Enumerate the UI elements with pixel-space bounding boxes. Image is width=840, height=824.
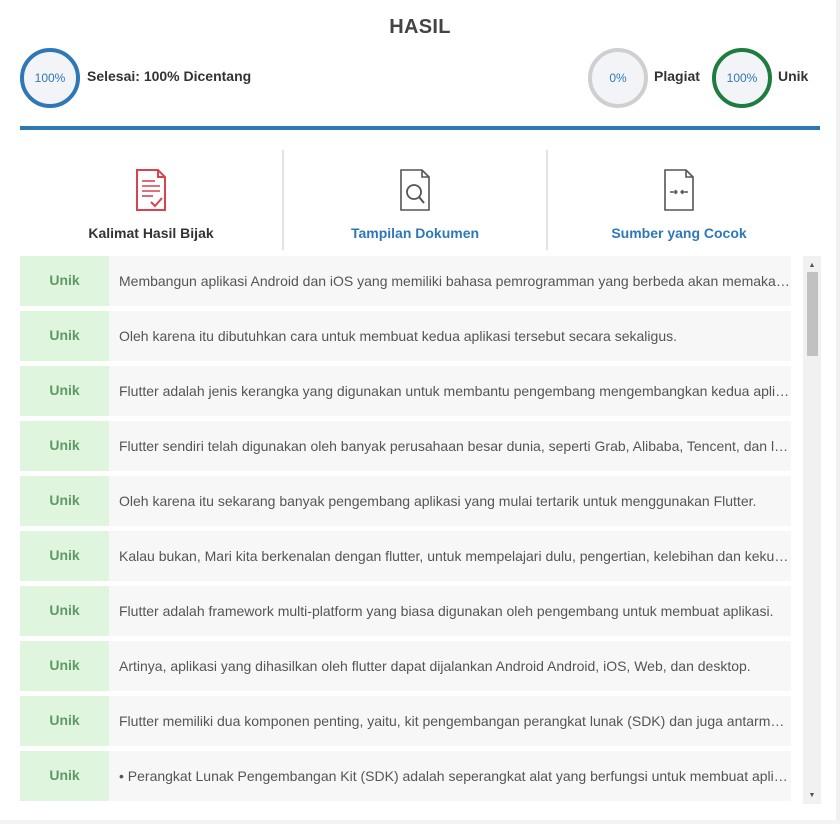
sentence-text: Flutter adalah framework multi-platform … [119,603,774,619]
list-scrollbar[interactable]: ▲ ▼ [803,256,821,804]
sentence-rows: Unik Membangun aplikasi Android dan iOS … [20,256,791,804]
unik-badge: Unik [20,421,109,471]
tab-label: Tampilan Dokumen [350,225,480,241]
tab-sumber-yang-cocok[interactable]: Sumber yang Cocok [546,150,810,250]
unik-badge: Unik [20,641,109,691]
sentence-text: Flutter adalah jenis kerangka yang digun… [119,383,791,399]
sentence-row[interactable]: Unik Artinya, aplikasi yang dihasilkan o… [20,641,791,691]
unik-badge: Unik [20,751,109,801]
sentence-text: Artinya, aplikasi yang dihasilkan oleh f… [119,658,751,674]
page-edge [836,0,840,824]
sentence-text: • Perangkat Lunak Pengembangan Kit (SDK)… [119,768,791,784]
sentence-text: Membangun aplikasi Android dan iOS yang … [119,273,791,289]
plagiat-progress-ring: 0% [588,48,648,108]
done-progress-ring: 100% [20,48,80,108]
scroll-down-arrow-icon[interactable]: ▼ [803,788,821,802]
tab-label: Kalimat Hasil Bijak [88,225,214,241]
sentence-row[interactable]: Unik Flutter sendiri telah digunakan ole… [20,421,791,471]
sentence-row[interactable]: Unik Flutter adalah framework multi-plat… [20,586,791,636]
unik-badge: Unik [20,366,109,416]
sentence-text: Flutter memiliki dua komponen penting, y… [119,713,791,729]
sentence-row[interactable]: Unik Flutter memiliki dua komponen penti… [20,696,791,746]
sentence-row[interactable]: Unik Oleh karena itu sekarang banyak pen… [20,476,791,526]
unik-badge: Unik [20,256,109,306]
unik-badge: Unik [20,696,109,746]
page-title: HASIL [389,16,451,38]
document-check-icon [136,169,166,211]
progress-divider-bar [20,126,820,130]
done-label: Selesai: 100% Dicentang [87,68,252,84]
sentence-row[interactable]: Unik Membangun aplikasi Android dan iOS … [20,256,791,306]
tab-kalimat-hasil-bijak[interactable]: Kalimat Hasil Bijak [20,150,282,250]
sentence-text: Oleh karena itu dibutuhkan cara untuk me… [119,328,677,344]
sentence-text: Kalau bukan, Mari kita berkenalan dengan… [119,548,791,564]
sentence-row[interactable]: Unik Oleh karena itu dibutuhkan cara unt… [20,311,791,361]
sentence-results-list: Unik Membangun aplikasi Android dan iOS … [20,256,821,804]
document-compare-icon [664,169,694,211]
unik-badge: Unik [20,311,109,361]
page-bottom-edge [0,820,840,824]
scroll-up-arrow-icon[interactable]: ▲ [803,258,821,272]
sentence-text: Flutter sendiri telah digunakan oleh ban… [119,438,791,454]
sentence-row[interactable]: Unik Flutter adalah jenis kerangka yang … [20,366,791,416]
sentence-text: Oleh karena itu sekarang banyak pengemba… [119,493,757,509]
tab-label: Sumber yang Cocok [611,225,747,241]
result-tabs: Kalimat Hasil Bijak Tampilan Dokumen Sum… [20,150,810,250]
scrollbar-thumb[interactable] [807,272,818,356]
done-percent: 100% [34,71,66,85]
unik-progress-ring: 100% [712,48,772,108]
tab-tampilan-dokumen[interactable]: Tampilan Dokumen [282,150,546,250]
document-search-icon [400,169,430,211]
plagiat-percent: 0% [609,71,627,85]
plagiat-label: Plagiat [654,68,700,84]
unik-badge: Unik [20,531,109,581]
sentence-row[interactable]: Unik • Perangkat Lunak Pengembangan Kit … [20,751,791,801]
unik-badge: Unik [20,476,109,526]
unik-percent: 100% [726,71,758,85]
unik-label: Unik [778,68,809,84]
sentence-row[interactable]: Unik Kalau bukan, Mari kita berkenalan d… [20,531,791,581]
unik-badge: Unik [20,586,109,636]
